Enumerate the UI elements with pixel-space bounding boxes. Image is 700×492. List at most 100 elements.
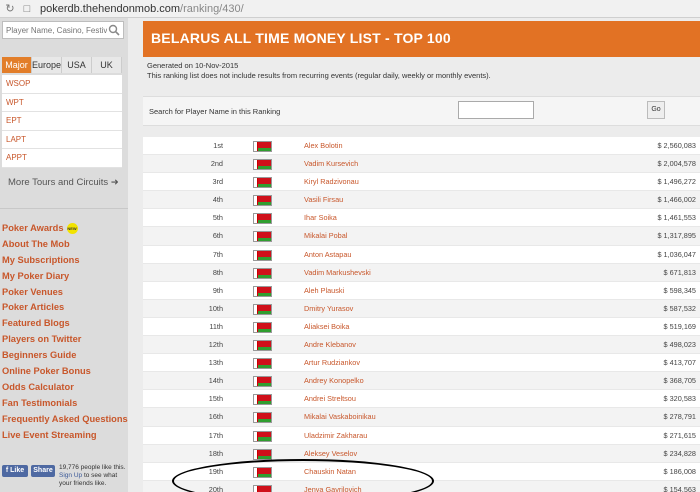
facebook-share-button[interactable]: Share: [31, 465, 55, 477]
player-name-link[interactable]: Vasili Firsau: [304, 191, 343, 209]
go-button[interactable]: Go: [647, 101, 665, 119]
facebook-text: 19,776 people like this. Sign Up to see …: [59, 464, 127, 488]
sidebar-link-label: Poker Awards: [2, 223, 64, 233]
sidebar-link-label: Poker Articles: [2, 302, 65, 313]
generated-date: Generated on 10-Nov-2015: [147, 61, 239, 70]
player-winnings: $ 1,317,895: [657, 231, 696, 241]
sidebar-link-label: Poker Venues: [2, 286, 63, 297]
player-rank: 3rd: [212, 177, 223, 187]
search-icon[interactable]: [108, 24, 120, 36]
player-name-link[interactable]: Kiryl Radzivonau: [304, 173, 359, 191]
player-name-link[interactable]: Andre Klebanov: [304, 336, 356, 354]
tab-major[interactable]: Major: [2, 57, 32, 73]
facebook-icon: f: [5, 467, 9, 474]
sidebar-link[interactable]: Live Event Streaming: [2, 427, 126, 443]
player-name-link[interactable]: Alex Bolotin: [304, 137, 343, 155]
tab-europe[interactable]: Europe: [31, 57, 63, 73]
sidebar-link[interactable]: Odds Calculator: [2, 379, 126, 395]
tour-item-wpt[interactable]: WPT: [2, 94, 122, 112]
player-name-link[interactable]: Andrey Konopelko: [304, 372, 364, 390]
ranking-search-input[interactable]: [458, 101, 534, 119]
tab-uk[interactable]: UK: [92, 57, 122, 73]
belarus-flag-icon: [253, 376, 272, 388]
sidebar-link-label: Live Event Streaming: [2, 429, 97, 440]
player-winnings: $ 2,004,578: [657, 159, 696, 169]
player-name-link[interactable]: Andrei Streltsou: [304, 390, 356, 408]
player-name-link[interactable]: Ihar Soika: [304, 209, 337, 227]
table-row: 11th Aliaksei Boika $ 519,169: [143, 318, 700, 337]
player-winnings: $ 671,813: [663, 267, 696, 277]
player-winnings: $ 1,466,002: [657, 195, 696, 205]
player-rank: 19th: [208, 466, 223, 476]
player-name-link[interactable]: Vadim Kursevich: [304, 155, 358, 173]
player-name-link[interactable]: Chauskin Natan: [304, 463, 356, 481]
sidebar-link[interactable]: Beginners Guide: [2, 347, 126, 363]
sidebar-link[interactable]: Players on Twitter: [2, 331, 126, 347]
table-row: 14th Andrey Konopelko $ 368,705: [143, 372, 700, 391]
page-icon: □: [23, 2, 31, 15]
player-name-link[interactable]: Dmitry Yurasov: [304, 300, 353, 318]
sidebar-link[interactable]: Frequently Asked Questions: [2, 411, 128, 427]
player-rank: 12th: [208, 340, 223, 350]
player-rank: 17th: [208, 430, 223, 440]
tour-item-wsop[interactable]: WSOP: [2, 75, 122, 94]
tab-usa[interactable]: USA: [62, 57, 92, 73]
player-rank: 14th: [208, 376, 223, 386]
table-row: 18th Aleksey Veselov $ 234,828: [143, 444, 700, 463]
sidebar-link[interactable]: Poker Articles: [2, 299, 126, 315]
url-host: pokerdb.thehendonmob.com: [40, 2, 181, 15]
sidebar-link[interactable]: My Poker Diary: [2, 268, 126, 284]
player-winnings: $ 1,036,047: [657, 249, 696, 259]
sidebar-link-label: My Subscriptions: [2, 254, 80, 265]
refresh-icon[interactable]: ↻: [3, 2, 17, 16]
table-row: 20th Jenya Gavrilovich $ 154,563: [143, 480, 700, 492]
player-name-link[interactable]: Uladzimir Zakharau: [304, 427, 367, 445]
sidebar-search: [2, 21, 124, 39]
player-name-link[interactable]: Mikalai Pobal: [304, 227, 347, 245]
player-name-link[interactable]: Vadim Markushevski: [304, 264, 371, 282]
url-field[interactable]: pokerdb.thehendonmob.com/ranking/430/: [40, 3, 244, 15]
sidebar-link[interactable]: Featured Blogs: [2, 315, 126, 331]
tour-item-appt[interactable]: APPT: [2, 149, 122, 168]
page-header: BELARUS ALL TIME MONEY LIST - TOP 100: [143, 21, 700, 57]
player-winnings: $ 154,563: [663, 484, 696, 492]
player-name-link[interactable]: Aleh Plauski: [304, 282, 344, 300]
player-name-link[interactable]: Aleksey Veselov: [304, 445, 357, 463]
belarus-flag-icon: [253, 285, 272, 297]
page-title: BELARUS ALL TIME MONEY LIST - TOP 100: [151, 30, 451, 46]
tour-item-lapt[interactable]: LAPT: [2, 131, 122, 149]
tour-list: WSOP WPT EPT LAPT APPT: [2, 75, 122, 168]
facebook-like-button[interactable]: f Like: [2, 465, 28, 477]
belarus-flag-icon: [253, 267, 272, 279]
main-content: BELARUS ALL TIME MONEY LIST - TOP 100 Ge…: [128, 18, 700, 492]
player-winnings: $ 271,615: [663, 430, 696, 440]
player-rank: 4th: [212, 195, 223, 205]
search-input[interactable]: [3, 22, 107, 38]
facebook-signup-link[interactable]: Sign Up: [59, 472, 82, 479]
player-name-link[interactable]: Mikalai Vaskaboinikau: [304, 408, 376, 426]
sidebar-link[interactable]: Online Poker Bonus: [2, 363, 126, 379]
player-rank: 5th: [212, 213, 223, 223]
sidebar-link[interactable]: Poker Venues: [2, 284, 126, 300]
player-rank: 11th: [209, 321, 223, 331]
player-rank: 9th: [212, 285, 223, 295]
sidebar-link[interactable]: About The Mob: [2, 236, 126, 252]
more-tours-link[interactable]: More Tours and Circuits ➜: [8, 177, 119, 188]
player-rank: 2nd: [210, 159, 223, 169]
table-row: 5th Ihar Soika $ 1,461,553: [143, 209, 700, 228]
tour-tabs: Major Europe USA UK: [2, 57, 122, 73]
generated-info: Generated on 10-Nov-2015 This ranking li…: [147, 61, 491, 80]
player-rank: 18th: [208, 448, 223, 458]
belarus-flag-icon: [253, 141, 272, 152]
sidebar-link[interactable]: Poker Awards NEW: [2, 220, 126, 236]
player-name-link[interactable]: Jenya Gavrilovich: [304, 481, 362, 492]
belarus-flag-icon: [253, 340, 272, 352]
tour-item-ept[interactable]: EPT: [2, 112, 122, 131]
belarus-flag-icon: [253, 412, 272, 424]
sidebar-link[interactable]: My Subscriptions: [2, 252, 126, 268]
player-name-link[interactable]: Aliaksei Boika: [304, 318, 349, 336]
sidebar-link[interactable]: Fan Testimonials: [2, 395, 126, 411]
player-name-link[interactable]: Artur Rudziankov: [304, 354, 360, 372]
player-name-link[interactable]: Anton Astapau: [304, 246, 351, 264]
sidebar-link-label: Featured Blogs: [2, 318, 70, 329]
